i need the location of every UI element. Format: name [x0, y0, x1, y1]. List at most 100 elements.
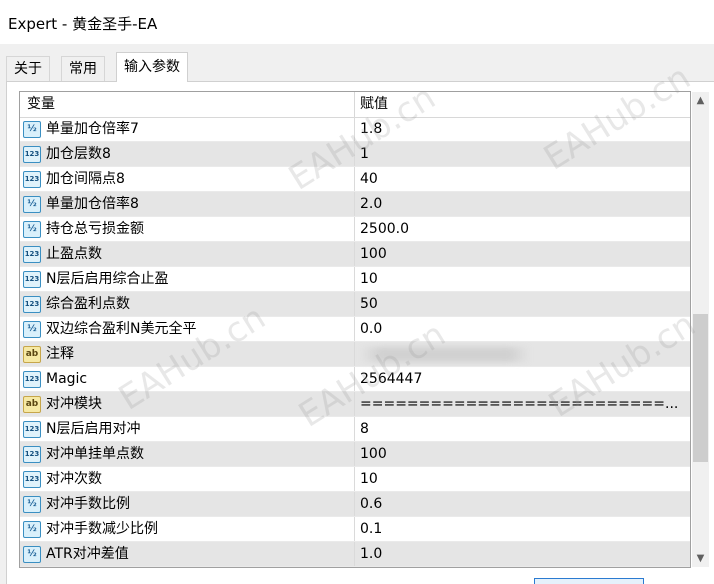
chevron-down-icon[interactable]: ▼: [692, 550, 709, 567]
column-divider: [354, 167, 355, 192]
parameter-value[interactable]: ==========================...: [360, 392, 685, 417]
parameter-row[interactable]: ½ 持仓总亏损金额 2500.0: [20, 217, 690, 242]
parameter-value[interactable]: 50: [360, 292, 685, 317]
double-icon: ½: [23, 221, 41, 238]
parameter-name: 双边综合盈利N美元全平: [46, 321, 197, 337]
parameter-value[interactable]: 40: [360, 167, 685, 192]
parameter-row[interactable]: ab 注释: [20, 342, 690, 367]
parameter-name: 加仓层数8: [46, 146, 111, 162]
parameter-value[interactable]: 8: [360, 417, 685, 442]
tab-about[interactable]: 关于: [6, 56, 50, 81]
parameter-name: ATR对冲差值: [46, 546, 129, 562]
scroll-thumb[interactable]: [693, 314, 708, 462]
parameter-name: 止盈点数: [46, 246, 102, 262]
parameter-value[interactable]: 0.0: [360, 317, 685, 342]
parameter-name: 单量加仓倍率8: [46, 196, 139, 212]
parameter-row[interactable]: 123 N层后启用对冲 8: [20, 417, 690, 442]
column-divider: [354, 242, 355, 267]
parameter-row[interactable]: ½ 对冲手数减少比例 0.1: [20, 517, 690, 542]
parameter-row[interactable]: 123 加仓间隔点8 40: [20, 167, 690, 192]
header-divider[interactable]: [354, 92, 355, 117]
column-divider: [354, 417, 355, 442]
tab-strip: 关于 常用 输入参数: [6, 52, 714, 82]
column-divider: [354, 267, 355, 292]
ok-button-edge[interactable]: [534, 578, 644, 584]
parameter-rows: ½ 单量加仓倍率7 1.8 123 加仓层数8 1 123 加仓间隔点8 40 ½ 单量加仓倍率8 2…: [20, 117, 690, 567]
parameter-row[interactable]: ½ 对冲手数比例 0.6: [20, 492, 690, 517]
parameter-value[interactable]: 1.0: [360, 542, 685, 567]
vertical-scrollbar[interactable]: ▲ ▼: [692, 92, 709, 567]
parameter-row[interactable]: 123 止盈点数 100: [20, 242, 690, 267]
parameter-name: 加仓间隔点8: [46, 171, 125, 187]
title-bar: Expert - 黄金圣手-EA: [0, 0, 714, 44]
parameter-row[interactable]: 123 综合盈利点数 50: [20, 292, 690, 317]
double-icon: ½: [23, 546, 41, 563]
parameter-name: 对冲手数比例: [46, 496, 130, 512]
parameter-value[interactable]: 2564447: [360, 367, 685, 392]
double-icon: ½: [23, 496, 41, 513]
column-divider: [354, 142, 355, 167]
parameter-value[interactable]: 100: [360, 442, 685, 467]
window-title: Expert - 黄金圣手-EA: [8, 15, 158, 33]
parameter-name: Magic: [46, 371, 88, 387]
parameter-value[interactable]: 0.6: [360, 492, 685, 517]
parameter-name: 注释: [46, 346, 74, 362]
parameter-value[interactable]: 2500.0: [360, 217, 685, 242]
string-icon: ab: [23, 346, 41, 363]
column-divider: [354, 117, 355, 142]
tab-inputs[interactable]: 输入参数: [116, 52, 188, 82]
parameter-name: 对冲次数: [46, 471, 102, 487]
parameter-name: N层后启用对冲: [46, 421, 141, 437]
column-divider: [354, 317, 355, 342]
parameter-row[interactable]: 123 加仓层数8 1: [20, 142, 690, 167]
column-divider: [354, 467, 355, 492]
parameter-name: 对冲模块: [46, 396, 102, 412]
parameter-row[interactable]: ½ 单量加仓倍率8 2.0: [20, 192, 690, 217]
parameter-row[interactable]: ½ 双边综合盈利N美元全平 0.0: [20, 317, 690, 342]
double-icon: ½: [23, 196, 41, 213]
parameter-value[interactable]: 1.8: [360, 117, 685, 142]
parameter-name: 持仓总亏损金额: [46, 221, 144, 237]
parameter-row[interactable]: 123 对冲单挂单点数 100: [20, 442, 690, 467]
header-variable[interactable]: 变量: [27, 92, 55, 117]
int-icon: 123: [23, 421, 41, 438]
parameter-value[interactable]: [360, 347, 535, 362]
parameter-row[interactable]: 123 对冲次数 10: [20, 467, 690, 492]
parameter-row[interactable]: 123 Magic 2564447: [20, 367, 690, 392]
column-divider: [354, 367, 355, 392]
double-icon: ½: [23, 521, 41, 538]
parameter-row[interactable]: ab 对冲模块 ==========================...: [20, 392, 690, 417]
int-icon: 123: [23, 371, 41, 388]
parameter-value[interactable]: 10: [360, 467, 685, 492]
parameter-value[interactable]: 2.0: [360, 192, 685, 217]
column-divider: [354, 292, 355, 317]
column-divider: [354, 342, 355, 367]
parameter-row[interactable]: 123 N层后启用综合止盈 10: [20, 267, 690, 292]
parameter-name: N层后启用综合止盈: [46, 271, 169, 287]
parameter-value[interactable]: 10: [360, 267, 685, 292]
parameter-value[interactable]: 100: [360, 242, 685, 267]
int-icon: 123: [23, 296, 41, 313]
tab-common[interactable]: 常用: [61, 56, 105, 81]
int-icon: 123: [23, 246, 41, 263]
column-divider: [354, 392, 355, 417]
column-divider: [354, 517, 355, 542]
parameter-value[interactable]: 0.1: [360, 517, 685, 542]
parameter-row[interactable]: ½ ATR对冲差值 1.0: [20, 542, 690, 567]
parameter-name: 对冲手数减少比例: [46, 521, 158, 537]
int-icon: 123: [23, 471, 41, 488]
int-icon: 123: [23, 446, 41, 463]
column-divider: [354, 217, 355, 242]
grid-header: 变量 赋值: [20, 92, 690, 118]
header-value[interactable]: 赋值: [360, 92, 388, 117]
string-icon: ab: [23, 396, 41, 413]
chevron-up-icon[interactable]: ▲: [692, 92, 709, 109]
column-divider: [354, 542, 355, 567]
int-icon: 123: [23, 171, 41, 188]
parameter-name: 综合盈利点数: [46, 296, 130, 312]
parameter-row[interactable]: ½ 单量加仓倍率7 1.8: [20, 117, 690, 142]
parameter-value[interactable]: 1: [360, 142, 685, 167]
column-divider: [354, 492, 355, 517]
int-icon: 123: [23, 146, 41, 163]
parameters-grid: 变量 赋值 ½ 单量加仓倍率7 1.8 123 加仓层数8 1 123 加仓间隔点8 40 ½ 单量…: [19, 91, 691, 568]
